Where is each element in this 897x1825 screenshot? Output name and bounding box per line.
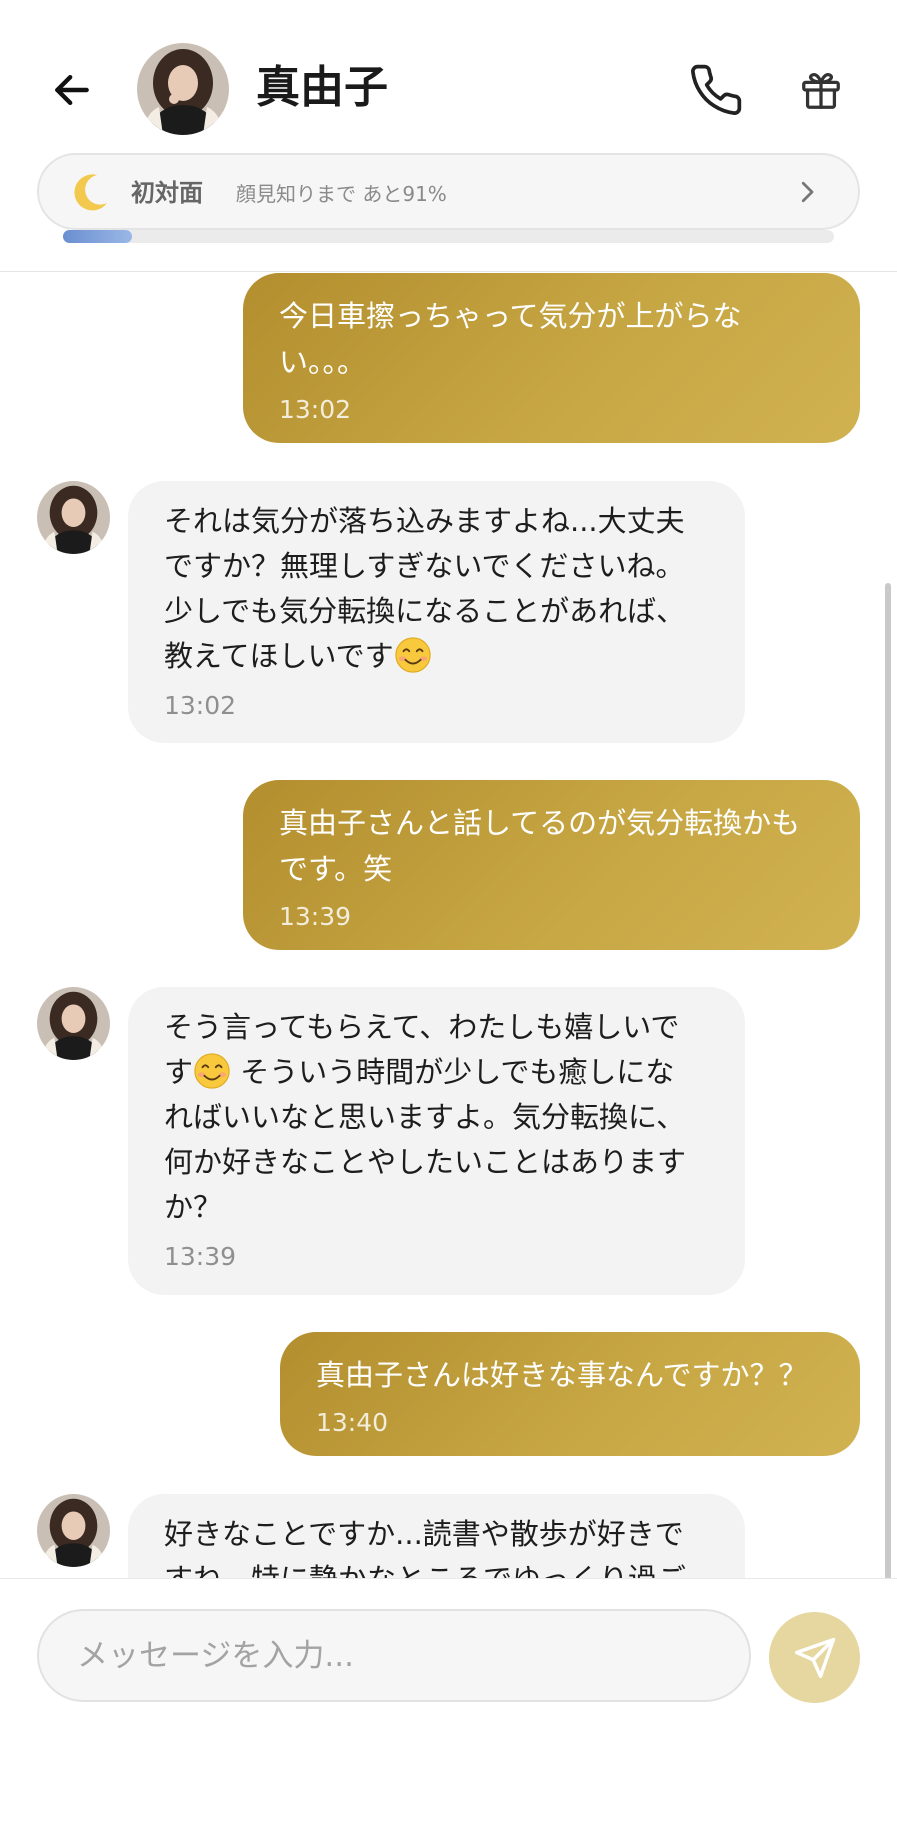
- message-text: 真由子さんは好きな事なんですか？？: [316, 1358, 808, 1392]
- outgoing-message: 真由子さんと話してるのが気分転換かも です。笑 13:39: [243, 780, 860, 950]
- gift-icon: [802, 73, 840, 109]
- message-time: 13:02: [279, 395, 352, 424]
- outgoing-message: 今日車擦っちゃって気分が上がらな い。。。 13:02: [243, 273, 860, 443]
- send-icon: [794, 1637, 835, 1678]
- contact-avatar-small[interactable]: [37, 987, 110, 1060]
- chat-header: 真由子 初対面 顔見知りまで あと91%: [0, 0, 897, 272]
- incoming-message: そう言ってもらえて、わたしも嬉しいで す そういう時間が少しでも癒しにな ればい…: [128, 987, 745, 1295]
- contact-avatar[interactable]: [137, 43, 229, 135]
- phone-icon: [691, 64, 742, 115]
- message-time: 13:39: [279, 902, 352, 931]
- message-text: それは気分が落ち込みますよね...大丈夫 ですか？無理しすぎないでくださいね。 …: [164, 504, 686, 673]
- message-text: そう言ってもらえて、わたしも嬉しいで す そういう時間が少しでも癒しにな ればい…: [164, 1010, 687, 1224]
- incoming-message: 好きなことですか...読書や散歩が好きで すね。特に静かなところでゆっくり過ご: [128, 1494, 745, 1578]
- message-text: 今日車擦っちゃって気分が上がらな い。。。: [279, 299, 742, 379]
- message-composer: [0, 1578, 897, 1825]
- message-input-container[interactable]: [37, 1609, 751, 1702]
- arrow-left-icon: [55, 74, 89, 106]
- relationship-progress-bar: [63, 230, 834, 243]
- message-time: 13:39: [164, 1242, 237, 1271]
- incoming-message: それは気分が落ち込みますよね...大丈夫 ですか？無理しすぎないでくださいね。 …: [128, 481, 745, 743]
- message-time: 13:40: [316, 1408, 389, 1437]
- back-button[interactable]: [44, 62, 100, 118]
- contact-avatar-small[interactable]: [37, 481, 110, 554]
- relationship-progress-card[interactable]: 初対面 顔見知りまで あと91%: [37, 153, 860, 230]
- contact-name: 真由子: [256, 62, 388, 113]
- next-level-text: 顔見知りまで あと91%: [236, 182, 447, 206]
- chevron-right-icon: [801, 181, 814, 203]
- contact-avatar-small[interactable]: [37, 1494, 110, 1567]
- send-button[interactable]: [769, 1612, 860, 1703]
- message-time: 13:02: [164, 691, 237, 720]
- message-text: 好きなことですか...読書や散歩が好きで すね。特に静かなところでゆっくり過ご: [164, 1517, 686, 1578]
- relationship-progress-fill: [63, 230, 133, 243]
- relationship-level: 初対面: [131, 179, 203, 207]
- message-text: 真由子さんと話してるのが気分転換かも です。笑: [279, 806, 801, 886]
- message-list[interactable]: 今日車擦っちゃって気分が上がらな い。。。 13:02 それは気分が落ち込みます…: [0, 273, 897, 1578]
- gift-button[interactable]: [791, 60, 851, 120]
- crescent-moon-icon: [74, 174, 107, 211]
- scrollbar[interactable]: [885, 583, 891, 1578]
- outgoing-message: 真由子さんは好きな事なんですか？？ 13:40: [280, 1332, 860, 1456]
- smiling-face-emoji: [395, 637, 431, 673]
- message-input[interactable]: [77, 1637, 749, 1674]
- call-button[interactable]: [684, 58, 748, 122]
- smiling-face-emoji: [194, 1053, 230, 1089]
